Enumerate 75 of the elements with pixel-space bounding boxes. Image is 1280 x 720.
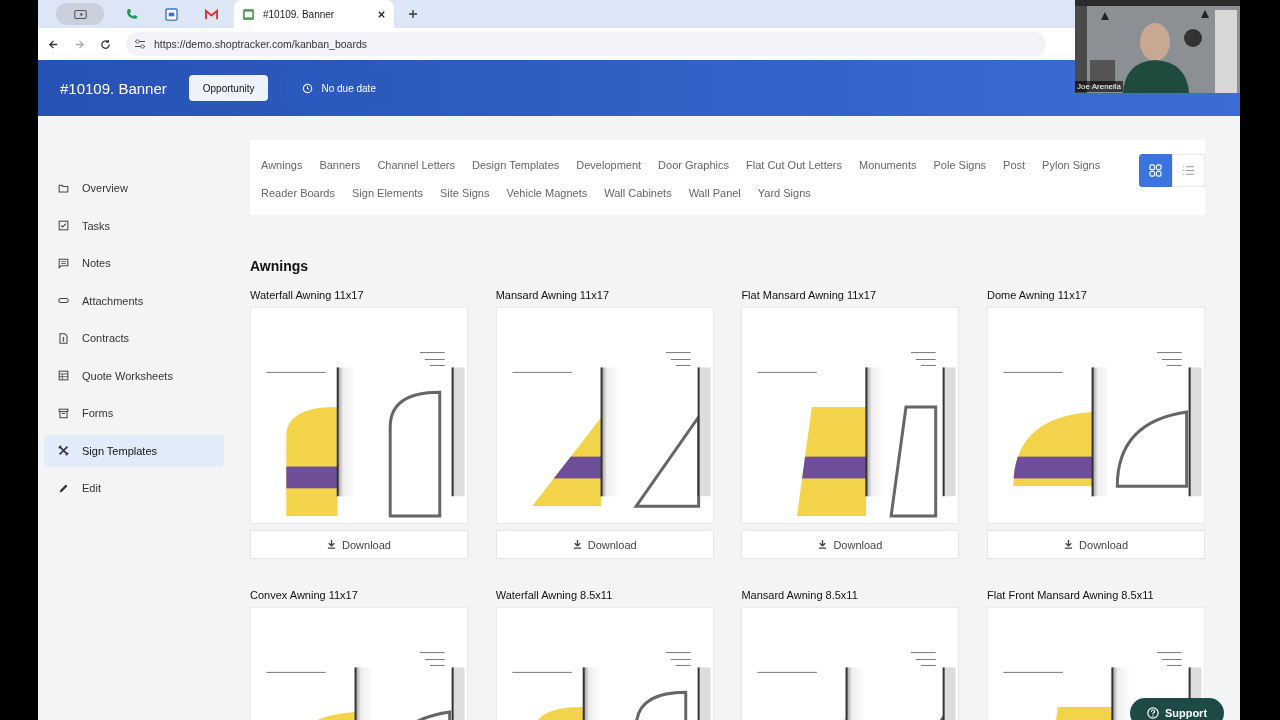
category-link[interactable]: Channel Letters <box>377 158 456 171</box>
category-link[interactable]: Monuments <box>859 158 917 171</box>
note-icon <box>58 257 69 269</box>
category-link[interactable]: Pylon Signs <box>1042 158 1101 171</box>
template-title: Dome Awning 11x17 <box>987 289 1088 303</box>
doc-icon <box>58 332 69 344</box>
category-link[interactable]: Wall Cabinets <box>604 186 672 199</box>
address-bar[interactable]: https://demo.shoptracker.com/kanban_boards <box>126 32 1046 56</box>
section-title: Awnings <box>250 257 310 275</box>
sidebar-item[interactable]: Tasks <box>44 209 224 242</box>
template-title: Flat Front Mansard Awning 8.5x11 <box>987 589 1155 603</box>
download-button[interactable]: Download <box>741 530 960 559</box>
category-link[interactable]: Development <box>576 158 642 171</box>
stage-button[interactable]: Opportunity <box>188 75 269 101</box>
category-link[interactable]: Awnings <box>261 158 303 171</box>
archive-icon <box>58 407 69 419</box>
category-link[interactable]: Design Templates <box>472 158 560 171</box>
download-button[interactable]: Download <box>250 530 468 559</box>
pinned-tab[interactable] <box>56 3 104 25</box>
new-tab-icon[interactable] <box>408 9 418 19</box>
download-icon <box>818 540 828 549</box>
template-title: Waterfall Awning 8.5x11 <box>495 589 614 603</box>
support-button[interactable]: Support <box>1130 698 1224 720</box>
category-link[interactable]: Flat Cut Out Letters <box>746 158 842 171</box>
template-title: Mansard Awning 11x17 <box>495 289 611 303</box>
sidebar-item[interactable]: Notes <box>44 247 224 279</box>
grid-view-button[interactable] <box>1139 154 1172 187</box>
table-icon <box>58 370 69 381</box>
participant-name: Joe Arenella <box>1075 81 1124 92</box>
category-link[interactable]: Wall Panel <box>688 186 741 199</box>
download-button[interactable]: Download <box>495 530 714 559</box>
close-icon[interactable] <box>377 9 386 19</box>
reload-icon[interactable] <box>100 38 111 50</box>
spreadsheet-icon <box>242 7 255 21</box>
sidebar-item[interactable]: Attachments <box>44 284 224 317</box>
help-icon <box>1146 707 1159 719</box>
template-title: Convex Awning 11x17 <box>250 589 359 603</box>
sidebar-item[interactable]: Overview <box>44 172 224 204</box>
category-link[interactable]: Door Graphics <box>658 158 730 171</box>
category-link[interactable]: Post <box>1003 158 1026 171</box>
category-link[interactable]: Vehicle Magnets <box>506 186 588 199</box>
download-icon <box>1064 540 1074 549</box>
tools-icon <box>58 445 69 456</box>
sidebar-item[interactable]: Forms <box>44 397 224 429</box>
back-icon[interactable] <box>48 38 59 50</box>
page-title: #10109. Banner <box>60 79 167 97</box>
site-settings-icon[interactable] <box>134 39 146 49</box>
pencil-icon <box>58 482 69 494</box>
template-title: Mansard Awning 8.5x11 <box>741 589 859 603</box>
grid-icon <box>1149 164 1162 177</box>
phone-icon <box>124 7 138 21</box>
template-title: Waterfall Awning 11x17 <box>250 289 365 303</box>
calendar-icon <box>164 7 178 21</box>
download-icon <box>572 540 582 549</box>
category-link[interactable]: Yard Signs <box>757 186 811 199</box>
list-icon <box>1182 164 1195 177</box>
mail-icon <box>204 7 218 21</box>
category-link[interactable]: Pole Signs <box>933 158 987 171</box>
check-icon <box>58 220 69 231</box>
browser-tab[interactable]: #10109. Banner <box>234 0 394 28</box>
download-icon <box>327 540 337 549</box>
sidebar-item[interactable]: Quote Worksheets <box>44 359 224 392</box>
sidebar-item[interactable]: Edit <box>44 472 224 504</box>
category-link[interactable]: Reader Boards <box>261 186 335 199</box>
video-call-icon <box>73 7 87 21</box>
sidebar-item[interactable]: Contracts <box>44 322 224 354</box>
download-button[interactable]: Download <box>987 530 1205 559</box>
category-link[interactable]: Sign Elements <box>352 186 423 199</box>
folder-icon <box>58 182 69 194</box>
template-title: Flat Mansard Awning 11x17 <box>741 289 878 303</box>
category-link[interactable]: Banners <box>319 158 361 171</box>
category-link[interactable]: Site Signs <box>439 186 490 199</box>
sidebar-item[interactable]: Sign Templates <box>44 434 224 467</box>
clip-icon <box>58 295 69 306</box>
clock-icon <box>302 82 314 94</box>
